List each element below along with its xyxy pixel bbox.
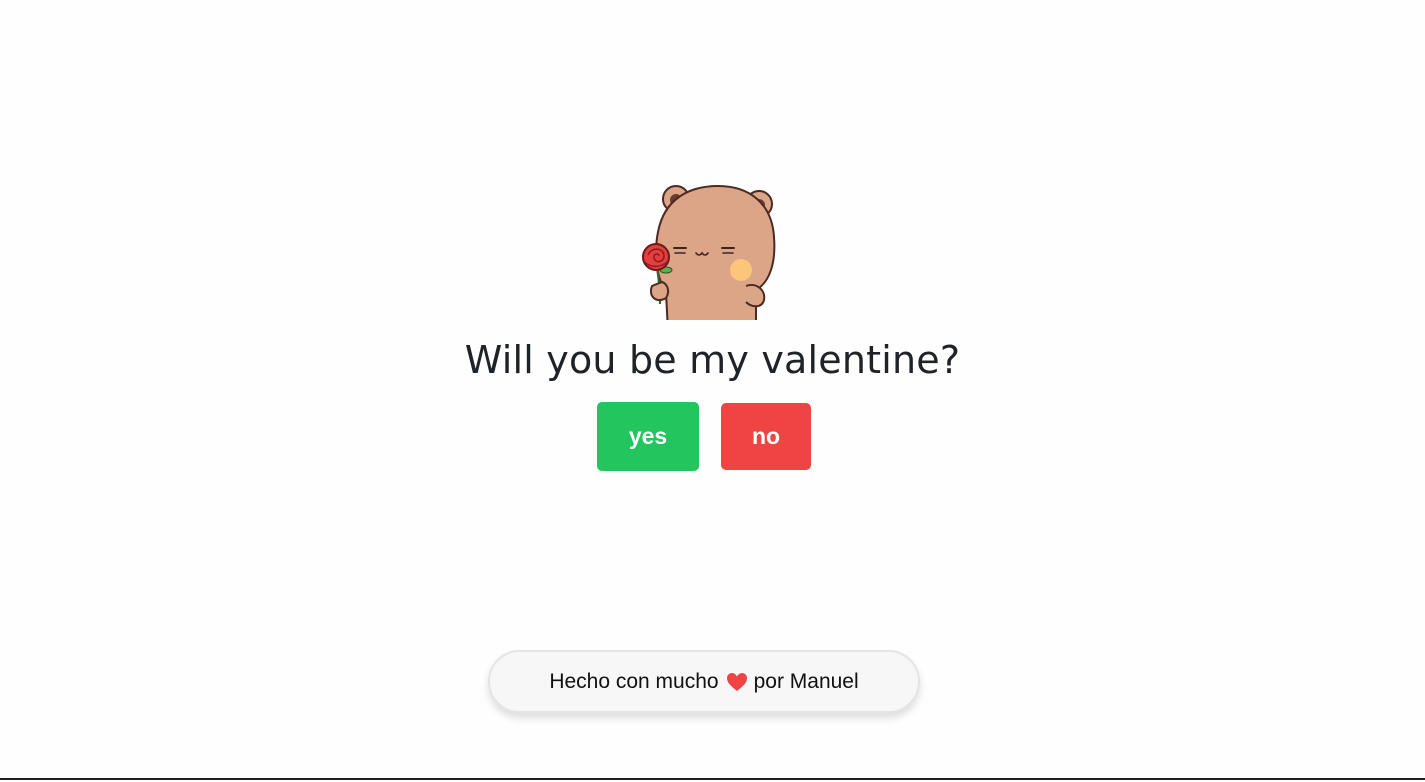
yes-button[interactable]: yes	[597, 402, 699, 471]
valentine-page: Will you be my valentine? yes no Hecho c…	[0, 0, 1425, 780]
page-title: Will you be my valentine?	[464, 338, 961, 382]
credit-suffix: por Manuel	[753, 669, 859, 693]
bottom-border	[0, 778, 1425, 780]
heart-icon	[726, 672, 748, 692]
bear-with-rose-icon	[638, 182, 780, 320]
no-button[interactable]: no	[721, 403, 811, 470]
credit-prefix: Hecho con mucho	[549, 669, 719, 693]
credit-badge: Hecho con mucho por Manuel	[488, 650, 920, 713]
